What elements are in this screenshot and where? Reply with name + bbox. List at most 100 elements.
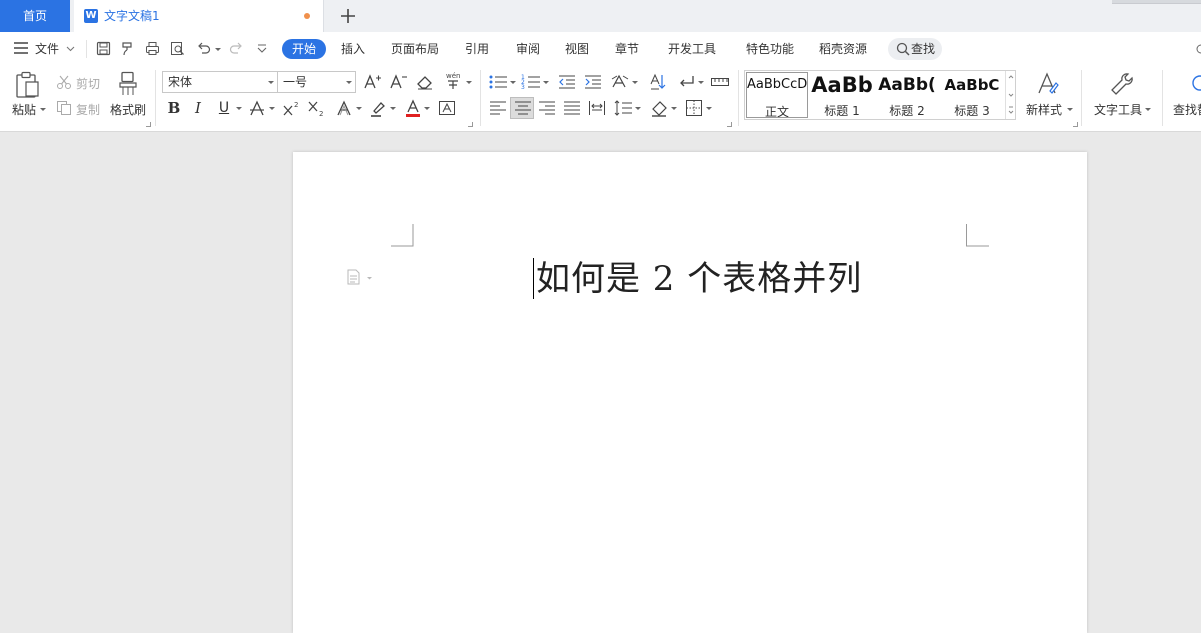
new-tab-plus-icon[interactable] <box>338 6 358 26</box>
subscript-icon[interactable]: 2 <box>306 98 326 118</box>
chevron-down-icon[interactable] <box>390 107 396 110</box>
chevron-down-icon[interactable] <box>632 81 638 84</box>
redo-icon[interactable] <box>229 41 244 56</box>
font-size-select[interactable]: 一号 <box>277 71 356 93</box>
print-preview-icon[interactable] <box>170 41 185 56</box>
undo-dropdown-icon[interactable] <box>215 48 221 51</box>
hamburger-icon[interactable] <box>14 42 28 54</box>
chevron-down-icon[interactable] <box>671 107 677 110</box>
menu-review[interactable]: 审阅 <box>516 41 540 57</box>
chevron-down-icon[interactable] <box>356 107 362 110</box>
line-spacing-icon[interactable] <box>613 98 633 118</box>
document-page[interactable]: 如何是 2 个表格并列 <box>293 152 1087 633</box>
new-style-label[interactable]: 新样式 <box>1026 101 1062 118</box>
text-tools-label[interactable]: 文字工具 <box>1094 101 1142 118</box>
format-painter-quick-icon[interactable] <box>120 41 135 56</box>
bold-button[interactable]: B <box>164 98 184 118</box>
align-left-icon[interactable] <box>488 98 508 118</box>
cut-label[interactable]: 剪切 <box>76 75 100 92</box>
chevron-down-icon[interactable] <box>424 107 430 110</box>
tab-document[interactable]: W 文字文稿1 <box>74 0 324 32</box>
shrink-font-icon[interactable] <box>388 72 408 92</box>
copy-label[interactable]: 复制 <box>76 101 100 118</box>
cut-icon[interactable] <box>56 74 72 90</box>
chevron-down-icon[interactable] <box>1067 108 1073 111</box>
menu-file[interactable]: 文件 <box>35 41 59 57</box>
undo-icon[interactable] <box>196 41 211 56</box>
paste-label[interactable]: 粘贴 <box>12 101 36 118</box>
increase-indent-icon[interactable] <box>583 72 603 92</box>
menu-page-layout[interactable]: 页面布局 <box>391 41 439 57</box>
menu-insert[interactable]: 插入 <box>341 41 365 57</box>
menu-section[interactable]: 章节 <box>615 41 639 57</box>
paste-icon[interactable] <box>15 71 41 99</box>
borders-icon[interactable] <box>684 98 704 118</box>
distributed-align-icon[interactable] <box>587 98 607 118</box>
shading-icon[interactable] <box>650 98 670 118</box>
style-normal[interactable]: AaBbCcD 正文 <box>746 72 808 118</box>
chevron-down-icon[interactable] <box>706 107 712 110</box>
text-effect-icon[interactable] <box>334 98 354 118</box>
print-icon[interactable] <box>145 41 160 56</box>
style-heading-2[interactable]: AaBb( 标题 2 <box>875 72 939 118</box>
italic-button[interactable]: I <box>188 98 208 118</box>
align-right-icon[interactable] <box>537 98 557 118</box>
menu-developer[interactable]: 开发工具 <box>668 41 716 57</box>
paste-dropdown-icon[interactable] <box>40 108 46 111</box>
chevron-down-icon[interactable] <box>66 46 75 52</box>
numbered-list-icon[interactable]: 123 <box>521 72 541 92</box>
chevron-down-icon[interactable] <box>510 81 516 84</box>
settings-edge-icon[interactable] <box>1196 44 1201 54</box>
tab-ruler-icon[interactable] <box>710 72 730 92</box>
customize-toolbar-icon[interactable] <box>257 44 267 54</box>
decrease-indent-icon[interactable] <box>557 72 577 92</box>
format-painter-icon[interactable] <box>118 71 138 97</box>
text-tools-wrench-icon[interactable] <box>1110 72 1134 96</box>
style-heading-3[interactable]: AaBbC 标题 3 <box>940 72 1004 118</box>
grow-font-icon[interactable] <box>362 72 382 92</box>
chevron-down-icon[interactable] <box>269 107 275 110</box>
chevron-down-icon[interactable] <box>543 81 549 84</box>
clipboard-group-launcher[interactable] <box>146 122 151 127</box>
font-color-icon[interactable] <box>403 98 423 118</box>
style-heading-1[interactable]: AaBb 标题 1 <box>810 72 874 118</box>
highlight-icon[interactable] <box>369 98 389 118</box>
paragraph-options-icon[interactable] <box>346 269 374 285</box>
clear-format-eraser-icon[interactable] <box>415 72 435 92</box>
justify-icon[interactable] <box>562 98 582 118</box>
save-icon[interactable] <box>96 41 111 56</box>
chevron-down-icon[interactable] <box>1145 108 1151 111</box>
sort-icon[interactable] <box>648 72 668 92</box>
search-box[interactable]: 查找 <box>888 38 942 60</box>
character-border-icon[interactable] <box>437 98 457 118</box>
menu-docer-resources[interactable]: 稻壳资源 <box>819 41 867 57</box>
chevron-down-icon[interactable] <box>635 107 641 110</box>
find-replace-label[interactable]: 查找替 <box>1173 101 1201 118</box>
find-replace-icon[interactable] <box>1188 74 1201 94</box>
format-painter-label[interactable]: 格式刷 <box>110 101 146 118</box>
chevron-down-icon[interactable] <box>466 81 472 84</box>
phonetic-guide-icon[interactable]: wén <box>443 70 463 90</box>
strikethrough-icon[interactable] <box>247 98 267 118</box>
paragraph-group-launcher[interactable] <box>727 122 732 127</box>
chevron-down-icon[interactable] <box>236 107 242 110</box>
font-family-select[interactable]: 宋体 <box>162 71 278 93</box>
menu-start[interactable]: 开始 <box>282 39 326 59</box>
new-style-icon[interactable] <box>1036 71 1060 97</box>
copy-icon[interactable] <box>56 100 72 116</box>
superscript-icon[interactable]: 2 <box>281 98 301 118</box>
menu-features[interactable]: 特色功能 <box>746 41 794 57</box>
underline-button[interactable]: U <box>214 98 234 118</box>
tab-home[interactable]: 首页 <box>0 0 70 32</box>
align-center-button[interactable] <box>510 97 534 119</box>
text-direction-icon[interactable] <box>610 72 630 92</box>
show-hide-paragraph-icon[interactable] <box>676 72 696 92</box>
document-text[interactable]: 如何是 2 个表格并列 <box>536 257 862 301</box>
style-gallery-scroll[interactable] <box>1005 71 1015 119</box>
menu-view[interactable]: 视图 <box>565 41 589 57</box>
menu-references[interactable]: 引用 <box>465 41 489 57</box>
font-group-launcher[interactable] <box>468 122 473 127</box>
bullet-list-icon[interactable] <box>488 72 508 92</box>
styles-group-launcher[interactable] <box>1073 122 1078 127</box>
chevron-down-icon[interactable] <box>698 81 704 84</box>
